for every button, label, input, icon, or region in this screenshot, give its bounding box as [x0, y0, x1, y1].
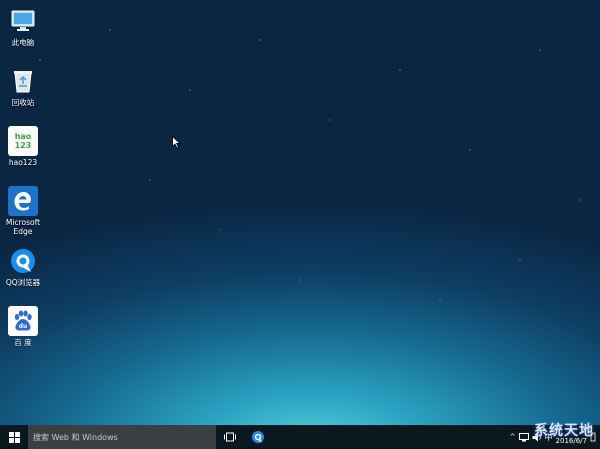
baidu-icon: du: [8, 306, 38, 336]
watermark-logo: 系统天地: [534, 423, 594, 439]
desktop-icon-label: 百 度: [14, 338, 32, 347]
desktop-icon-label: 回收站: [11, 98, 35, 107]
hao123-icon: hao 123: [8, 126, 38, 156]
desktop-icon-qq-browser[interactable]: QQ浏览器: [2, 246, 44, 287]
baidu-logo-text: du: [18, 322, 28, 330]
search-input[interactable]: 搜索 Web 和 Windows: [28, 425, 216, 449]
desktop-icon-recycle-bin[interactable]: 回收站: [2, 66, 44, 107]
desktop-icon-hao123[interactable]: hao 123 hao123: [2, 126, 44, 167]
taskbar-app-qq-browser[interactable]: [244, 425, 272, 449]
search-placeholder: 搜索 Web 和 Windows: [33, 432, 118, 442]
show-hidden-icons-chevron-icon[interactable]: ^: [510, 433, 516, 441]
windows-logo-icon: [8, 431, 20, 443]
task-view-icon: [224, 432, 236, 442]
task-view-button[interactable]: [216, 425, 244, 449]
start-button[interactable]: [0, 425, 28, 449]
desktop-icon-label: QQ浏览器: [5, 278, 41, 287]
desktop-icon-label: hao123: [8, 158, 38, 167]
recycle-bin-icon: [8, 66, 38, 96]
desktop-wallpaper: [0, 0, 600, 425]
edge-icon: [8, 186, 38, 216]
desktop-icon-label: Microsoft Edge: [5, 218, 41, 236]
qq-browser-icon: [8, 246, 38, 276]
desktop-icon-edge[interactable]: Microsoft Edge: [2, 186, 44, 236]
desktop-icon-baidu[interactable]: du 百 度: [2, 306, 44, 347]
qq-browser-icon: [252, 431, 264, 443]
taskbar: 搜索 Web 和 Windows ^ 中 2016/6/7: [0, 425, 600, 449]
network-icon[interactable]: [518, 432, 529, 442]
desktop-icon-this-pc[interactable]: 此电脑: [2, 6, 44, 47]
this-pc-icon: [8, 6, 38, 36]
hao123-logo-text: hao 123: [14, 132, 32, 150]
mouse-cursor-icon: [172, 134, 182, 153]
desktop-icon-label: 此电脑: [11, 38, 35, 47]
